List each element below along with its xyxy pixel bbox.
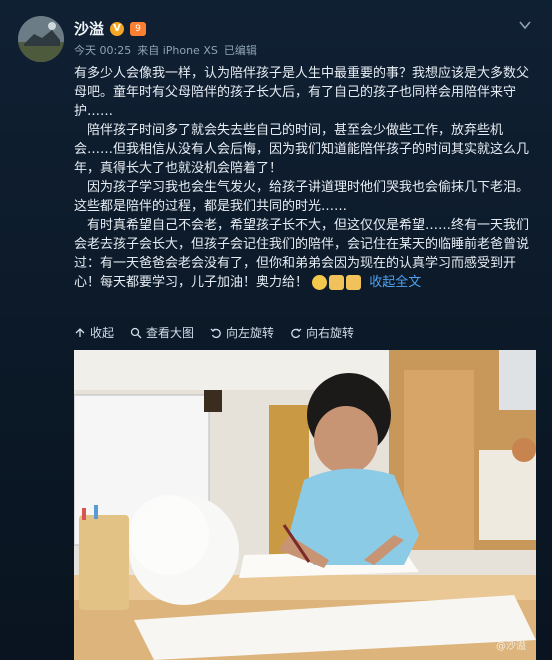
post-time[interactable]: 今天 00:25 xyxy=(74,42,131,58)
weibo-post-card: 沙溢 V 9 今天 00:25 来自 iPhone XS 已编辑 有多少人会像我… xyxy=(0,0,552,660)
rotate-left-label: 向左旋转 xyxy=(226,326,275,340)
post-text: 有多少人会像我一样，认为陪伴孩子是人生中最重要的事？我想应该是大多数父母吧。童年… xyxy=(74,64,536,292)
verified-icon: V xyxy=(110,21,125,36)
rotate-right-button[interactable]: 向右旋转 xyxy=(290,324,354,341)
level-badge-icon: 9 xyxy=(130,21,147,36)
post-photo[interactable]: @沙溢 xyxy=(74,350,536,660)
view-large-image-button[interactable]: 查看大图 xyxy=(130,324,194,341)
magnifier-icon xyxy=(130,327,142,338)
view-large-image-label: 查看大图 xyxy=(146,326,195,340)
collapse-full-text-link[interactable]: 收起全文 xyxy=(369,275,421,290)
collapse-image-label: 收起 xyxy=(90,326,115,340)
chevron-down-icon[interactable] xyxy=(518,18,532,32)
collapse-image-button[interactable]: 收起 xyxy=(74,324,114,341)
user-avatar[interactable] xyxy=(18,16,64,62)
rotate-left-button[interactable]: 向左旋转 xyxy=(210,324,274,341)
post-paragraph-4: 有时真希望自己不会老，希望孩子长不大，但这仅仅是希望……终有一天我们会老去孩子会… xyxy=(74,216,536,292)
post-paragraph-4-text: 有时真希望自己不会老，希望孩子长不大，但这仅仅是希望……终有一天我们会老去孩子会… xyxy=(74,218,530,290)
thumbs-up-emoji-icon xyxy=(346,275,362,290)
user-name-row: 沙溢 V 9 xyxy=(74,18,147,39)
avatar-image xyxy=(18,16,64,62)
post-paragraph-1: 有多少人会像我一样，认为陪伴孩子是人生中最重要的事？我想应该是大多数父母吧。童年… xyxy=(74,66,530,119)
post-edited[interactable]: 已编辑 xyxy=(224,42,257,58)
thumbs-up-emoji-icon xyxy=(329,275,345,290)
post-paragraph-3: 因为孩子学习我也会生气发火，给孩子讲道理时他们哭我也会偷抹几下老泪。这些都是陪伴… xyxy=(74,180,530,214)
emoji-group xyxy=(312,275,362,290)
image-toolbar: 收起 查看大图 向左旋转 向右旋转 xyxy=(74,324,354,341)
arrow-up-icon xyxy=(75,327,85,337)
rotate-right-icon xyxy=(291,328,302,338)
post-meta: 今天 00:25 来自 iPhone XS 已编辑 xyxy=(74,42,257,58)
boy-drawing-photo xyxy=(74,350,536,660)
rotate-left-icon xyxy=(210,328,221,338)
smirk-emoji-icon xyxy=(312,275,328,290)
post-source: 来自 iPhone XS xyxy=(137,44,218,57)
post-paragraph-2: 陪伴孩子时间多了就会失去些自己的时间，甚至会少做些工作，放弃些机会……但我相信从… xyxy=(74,123,530,176)
rotate-right-label: 向右旋转 xyxy=(306,326,355,340)
photo-watermark: @沙溢 xyxy=(496,641,526,652)
user-name[interactable]: 沙溢 xyxy=(74,18,104,39)
